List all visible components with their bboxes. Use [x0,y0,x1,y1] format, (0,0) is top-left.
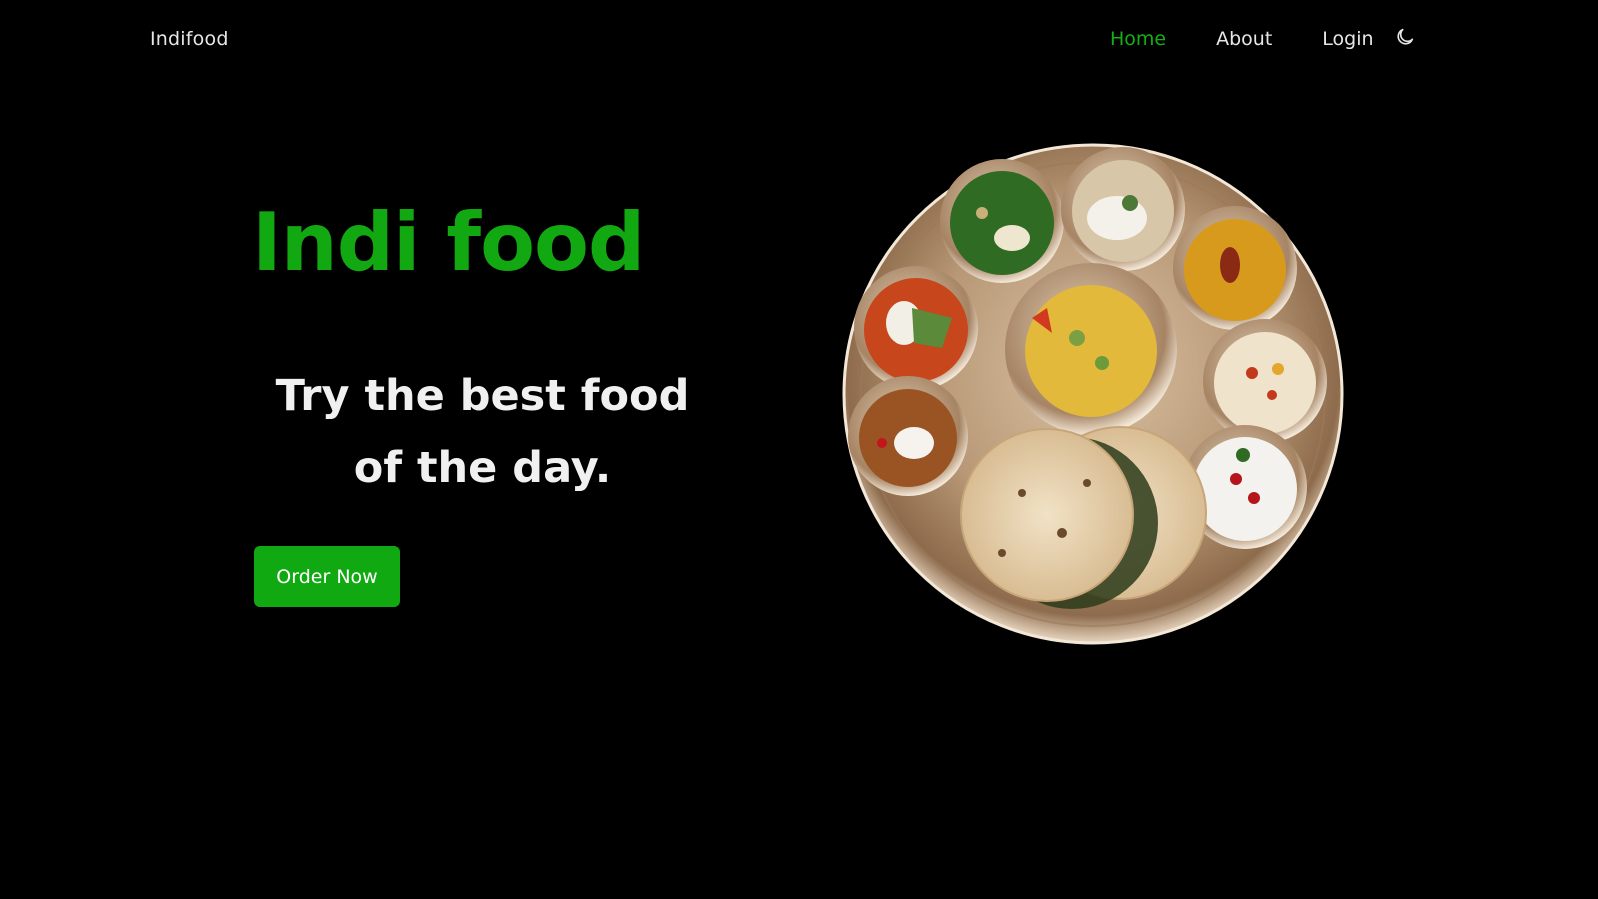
brand-logo-text[interactable]: Indifood [150,28,229,50]
nav-login-link[interactable]: Login [1322,28,1373,50]
order-now-button[interactable]: Order Now [254,546,400,607]
hero-title: Indi food [252,196,645,289]
thali-plate-image [842,143,1344,645]
hero-subtitle: Try the best food of the day. [275,371,690,493]
nav-home-link[interactable]: Home [1110,28,1166,50]
nav-about-link[interactable]: About [1216,28,1272,50]
moon-icon[interactable] [1394,26,1416,48]
main-nav: Home About Login [1110,28,1416,50]
